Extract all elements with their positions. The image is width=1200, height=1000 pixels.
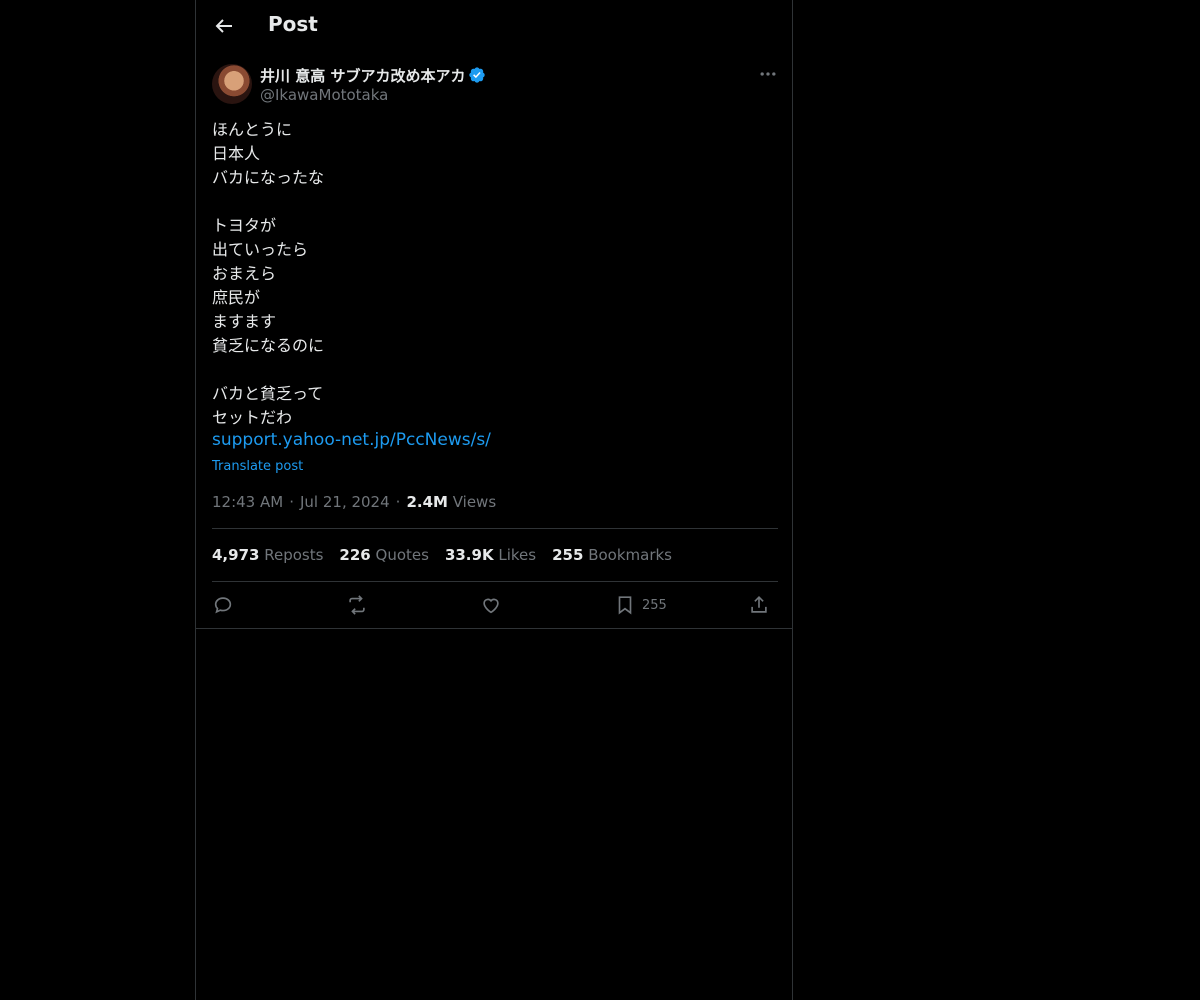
post-link[interactable]: support.yahoo-net.jp/PccNews/s/	[212, 430, 491, 450]
repost-icon	[349, 595, 365, 615]
divider	[196, 628, 792, 629]
like-button[interactable]	[480, 592, 502, 618]
author-name-text: 井川 意高 サブアカ改め本アカ	[260, 67, 466, 85]
author-name[interactable]: 井川 意高 サブアカ改め本アカ	[260, 65, 486, 86]
bookmark-count: 255	[642, 597, 667, 613]
quotes-label: Quotes	[375, 546, 429, 564]
post-meta: 12:43 AM · Jul 21, 2024 · 2.4M Views	[212, 493, 496, 511]
bookmarks-label: Bookmarks	[588, 546, 672, 564]
bookmarks-stat[interactable]: 255 Bookmarks	[552, 546, 672, 564]
bookmark-button[interactable]: 255	[614, 592, 667, 618]
share-button[interactable]	[748, 592, 770, 618]
reply-icon	[214, 597, 232, 614]
page-title: Post	[268, 12, 318, 36]
post-time[interactable]: 12:43 AM	[212, 493, 283, 511]
post-stats: 4,973 Reposts 226 Quotes 33.9K Likes 255 Bo…	[212, 546, 688, 564]
bookmarks-count: 255	[552, 546, 584, 564]
meta-separator: ·	[289, 493, 294, 511]
post-text: ほんとうに 日本人 バカになったな トヨタが 出ていったら おまえら 庶民が ま…	[212, 120, 325, 427]
reply-button[interactable]	[212, 592, 234, 618]
meta-separator: ·	[395, 493, 401, 511]
share-icon	[751, 596, 767, 613]
reposts-stat[interactable]: 4,973 Reposts	[212, 546, 323, 564]
post-column: Post 井川 意高 サブアカ改め本アカ @IkawaMototaka ほんとう…	[195, 0, 793, 1000]
more-icon[interactable]	[758, 64, 778, 84]
divider	[212, 581, 778, 582]
avatar[interactable]	[212, 64, 252, 104]
back-arrow-icon[interactable]	[212, 14, 236, 38]
divider	[212, 528, 778, 529]
bookmark-icon	[618, 596, 632, 615]
like-icon	[483, 598, 499, 614]
views-count: 2.4M	[406, 493, 448, 511]
author-handle[interactable]: @IkawaMototaka	[260, 86, 388, 104]
reposts-label: Reposts	[264, 546, 324, 564]
action-bar: 255	[212, 592, 778, 620]
post-date[interactable]: Jul 21, 2024	[300, 493, 390, 511]
header: Post	[196, 0, 794, 53]
reposts-count: 4,973	[212, 546, 260, 564]
likes-stat[interactable]: 33.9K Likes	[445, 546, 536, 564]
quotes-stat[interactable]: 226 Quotes	[339, 546, 429, 564]
translate-post-button[interactable]: Translate post	[212, 459, 303, 474]
verified-badge-icon	[469, 67, 486, 83]
repost-button[interactable]	[346, 592, 368, 618]
quotes-count: 226	[339, 546, 371, 564]
likes-label: Likes	[498, 546, 537, 564]
views-label: Views	[452, 493, 497, 511]
likes-count: 33.9K	[444, 546, 494, 564]
